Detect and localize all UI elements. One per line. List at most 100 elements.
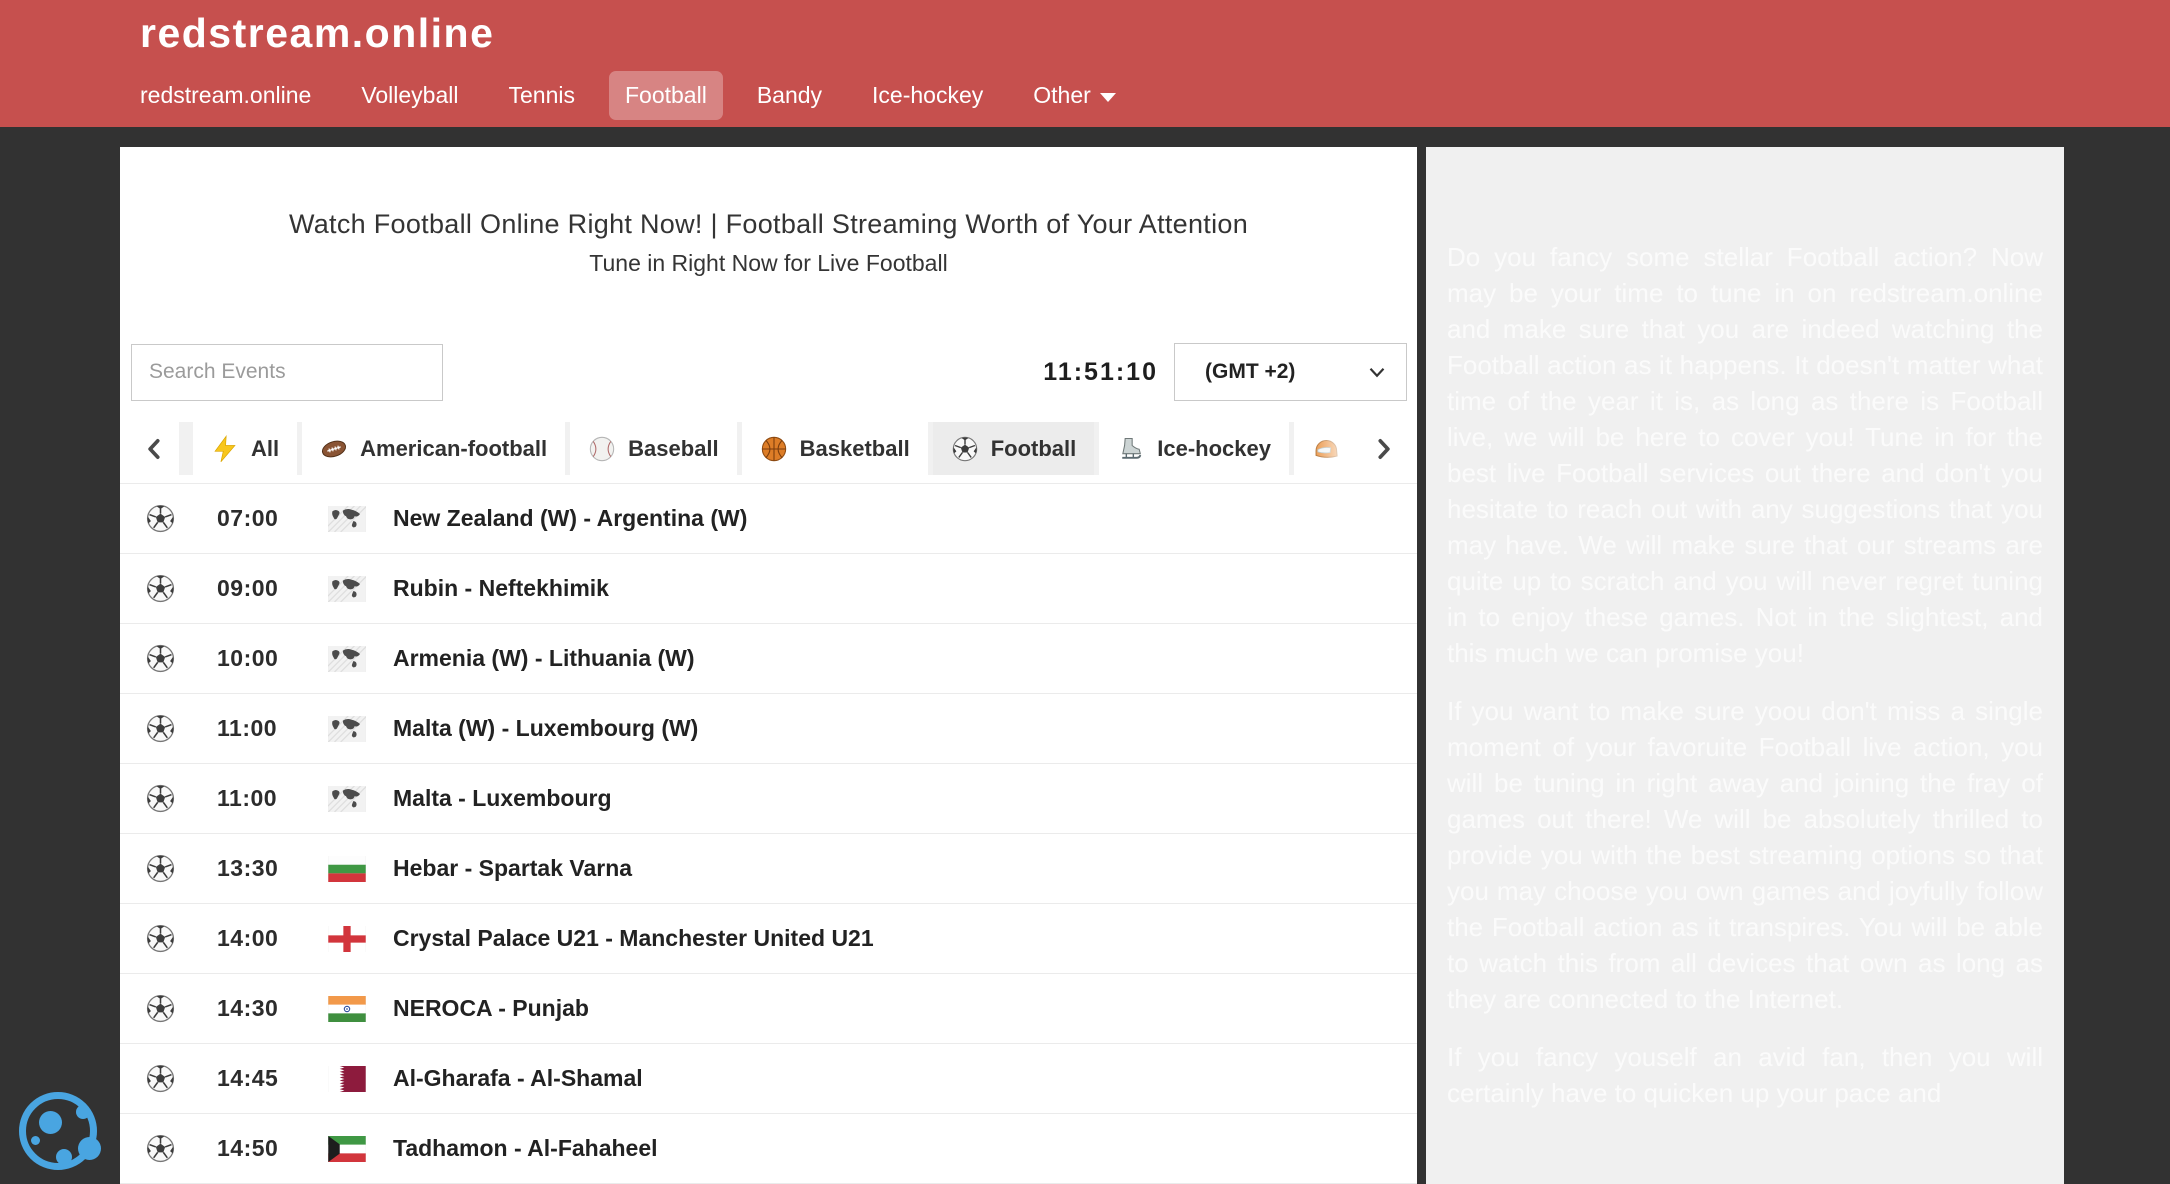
england-flag-icon xyxy=(328,926,366,952)
events-list: 07:00 New Zealand (W) - Argentina (W) 09… xyxy=(120,483,1417,1184)
soccer-ball-icon xyxy=(145,573,176,604)
soccer-ball-icon xyxy=(145,923,176,954)
chevron-left-icon xyxy=(142,436,168,462)
site-logo[interactable]: redstream.online xyxy=(140,10,494,57)
event-teams: Armenia (W) - Lithuania (W) xyxy=(393,645,695,672)
sport-tab-label: All xyxy=(251,436,279,462)
main-nav: redstream.online Volleyball Tennis Footb… xyxy=(124,71,1132,120)
sport-tabs: All American-football Baseball Basketbal… xyxy=(193,422,1407,475)
nav-item-label: Tennis xyxy=(509,82,575,109)
world-flag-icon xyxy=(328,646,366,672)
nav-item-label: Football xyxy=(625,82,707,109)
sidebar-paragraph: If you want to make sure yoou don't miss… xyxy=(1447,693,2043,1017)
cookie-settings-button[interactable] xyxy=(19,1092,97,1170)
baseball-icon xyxy=(588,435,616,463)
sport-tab-football[interactable]: Football xyxy=(933,422,1095,475)
seo-text-sidebar: Do you fancy some stellar Football actio… xyxy=(1426,147,2064,1184)
chevron-right-icon xyxy=(1370,436,1396,462)
tabs-scroll-left-button[interactable] xyxy=(131,422,179,475)
event-time: 14:50 xyxy=(217,1135,307,1162)
sidebar-paragraph: If you fancy youself an avid fan, then y… xyxy=(1447,1039,2043,1111)
sidebar-paragraph: Do you fancy some stellar Football actio… xyxy=(1447,239,2043,671)
world-flag-icon xyxy=(328,716,366,742)
timezone-value: (GMT +2) xyxy=(1205,360,1295,384)
event-teams: Malta (W) - Luxembourg (W) xyxy=(393,715,698,742)
world-flag-icon xyxy=(328,506,366,532)
soccer-ball-icon xyxy=(145,853,176,884)
sport-tab-baseball[interactable]: Baseball xyxy=(570,422,737,475)
event-row[interactable]: 14:00 Crystal Palace U21 - Manchester Un… xyxy=(120,904,1417,974)
basketball-icon xyxy=(760,435,788,463)
nav-item-label: Bandy xyxy=(757,82,822,109)
event-teams: Crystal Palace U21 - Manchester United U… xyxy=(393,925,874,952)
event-row[interactable]: 10:00 Armenia (W) - Lithuania (W) xyxy=(120,624,1417,694)
sport-tab-label: Baseball xyxy=(628,436,719,462)
racing-helmet-icon xyxy=(1312,435,1340,463)
soccer-ball-icon xyxy=(145,783,176,814)
timezone-select[interactable]: (GMT +2) xyxy=(1174,343,1407,401)
nav-item-redstream-online[interactable]: redstream.online xyxy=(124,71,327,120)
nav-item-tennis[interactable]: Tennis xyxy=(493,71,591,120)
soccer-ball-icon xyxy=(951,435,979,463)
page-title: Watch Football Online Right Now! | Footb… xyxy=(180,209,1357,240)
soccer-ball-icon xyxy=(145,643,176,674)
soccer-ball-icon xyxy=(145,713,176,744)
ice-skate-icon xyxy=(1117,435,1145,463)
chevron-down-icon xyxy=(1100,93,1116,102)
sport-tab-label: Ice-hockey xyxy=(1157,436,1271,462)
event-row[interactable]: 14:50 Tadhamon - Al-Fahaheel xyxy=(120,1114,1417,1184)
kuwait-flag-icon xyxy=(328,1136,366,1162)
sport-tab-ice-hockey[interactable]: Ice-hockey xyxy=(1099,422,1289,475)
event-row[interactable]: 09:00 Rubin - Neftekhimik xyxy=(120,554,1417,624)
nav-item-bandy[interactable]: Bandy xyxy=(741,71,838,120)
event-time: 11:00 xyxy=(217,785,307,812)
sport-tab-american-football[interactable]: American-football xyxy=(302,422,565,475)
event-teams: Tadhamon - Al-Fahaheel xyxy=(393,1135,658,1162)
soccer-ball-icon xyxy=(145,993,176,1024)
world-flag-icon xyxy=(328,576,366,602)
event-teams: New Zealand (W) - Argentina (W) xyxy=(393,505,747,532)
soccer-ball-icon xyxy=(145,1133,176,1164)
event-time: 14:45 xyxy=(217,1065,307,1092)
controls-bar: 11:51:10 (GMT +2) xyxy=(131,343,1407,401)
sport-tabs-bar: All American-football Baseball Basketbal… xyxy=(131,422,1407,475)
event-row[interactable]: 13:30 Hebar - Spartak Varna xyxy=(120,834,1417,904)
chevron-down-icon xyxy=(1364,359,1390,385)
cookie-dot xyxy=(76,1105,90,1119)
event-time: 07:00 xyxy=(217,505,307,532)
tabs-scroll-right-button[interactable] xyxy=(1359,422,1407,475)
bulgaria-flag-icon xyxy=(328,856,366,882)
event-row[interactable]: 14:45 Al-Gharafa - Al-Shamal xyxy=(120,1044,1417,1114)
nav-item-volleyball[interactable]: Volleyball xyxy=(345,71,474,120)
nav-item-label: redstream.online xyxy=(140,82,311,109)
event-row[interactable]: 14:30 NEROCA - Punjab xyxy=(120,974,1417,1044)
world-flag-icon xyxy=(328,786,366,812)
event-time: 14:00 xyxy=(217,925,307,952)
event-teams: Hebar - Spartak Varna xyxy=(393,855,632,882)
search-input[interactable] xyxy=(131,344,443,401)
lightning-icon xyxy=(211,435,239,463)
event-teams: Rubin - Neftekhimik xyxy=(393,575,609,602)
nav-item-ice-hockey[interactable]: Ice-hockey xyxy=(856,71,999,120)
cookie-dot xyxy=(39,1111,62,1134)
nav-item-football[interactable]: Football xyxy=(609,71,723,120)
american-football-icon xyxy=(320,435,348,463)
event-teams: NEROCA - Punjab xyxy=(393,995,589,1022)
sport-tab-all[interactable]: All xyxy=(193,422,297,475)
event-row[interactable]: 11:00 Malta - Luxembourg xyxy=(120,764,1417,834)
cookie-dot xyxy=(56,1149,72,1165)
cookie-dot xyxy=(78,1137,101,1160)
event-row[interactable]: 11:00 Malta (W) - Luxembourg (W) xyxy=(120,694,1417,764)
page-subtitle: Tune in Right Now for Live Football xyxy=(120,250,1417,277)
event-time: 13:30 xyxy=(217,855,307,882)
sport-tab-basketball[interactable]: Basketball xyxy=(742,422,928,475)
site-header: redstream.online redstream.online Volley… xyxy=(0,0,2170,127)
soccer-ball-icon xyxy=(145,1063,176,1094)
sport-tab-label: Basketball xyxy=(800,436,910,462)
nav-item-other[interactable]: Other xyxy=(1017,71,1132,120)
event-time: 10:00 xyxy=(217,645,307,672)
nav-item-label: Ice-hockey xyxy=(872,82,983,109)
main-content-panel: Watch Football Online Right Now! | Footb… xyxy=(120,147,1417,1184)
event-time: 14:30 xyxy=(217,995,307,1022)
event-row[interactable]: 07:00 New Zealand (W) - Argentina (W) xyxy=(120,484,1417,554)
